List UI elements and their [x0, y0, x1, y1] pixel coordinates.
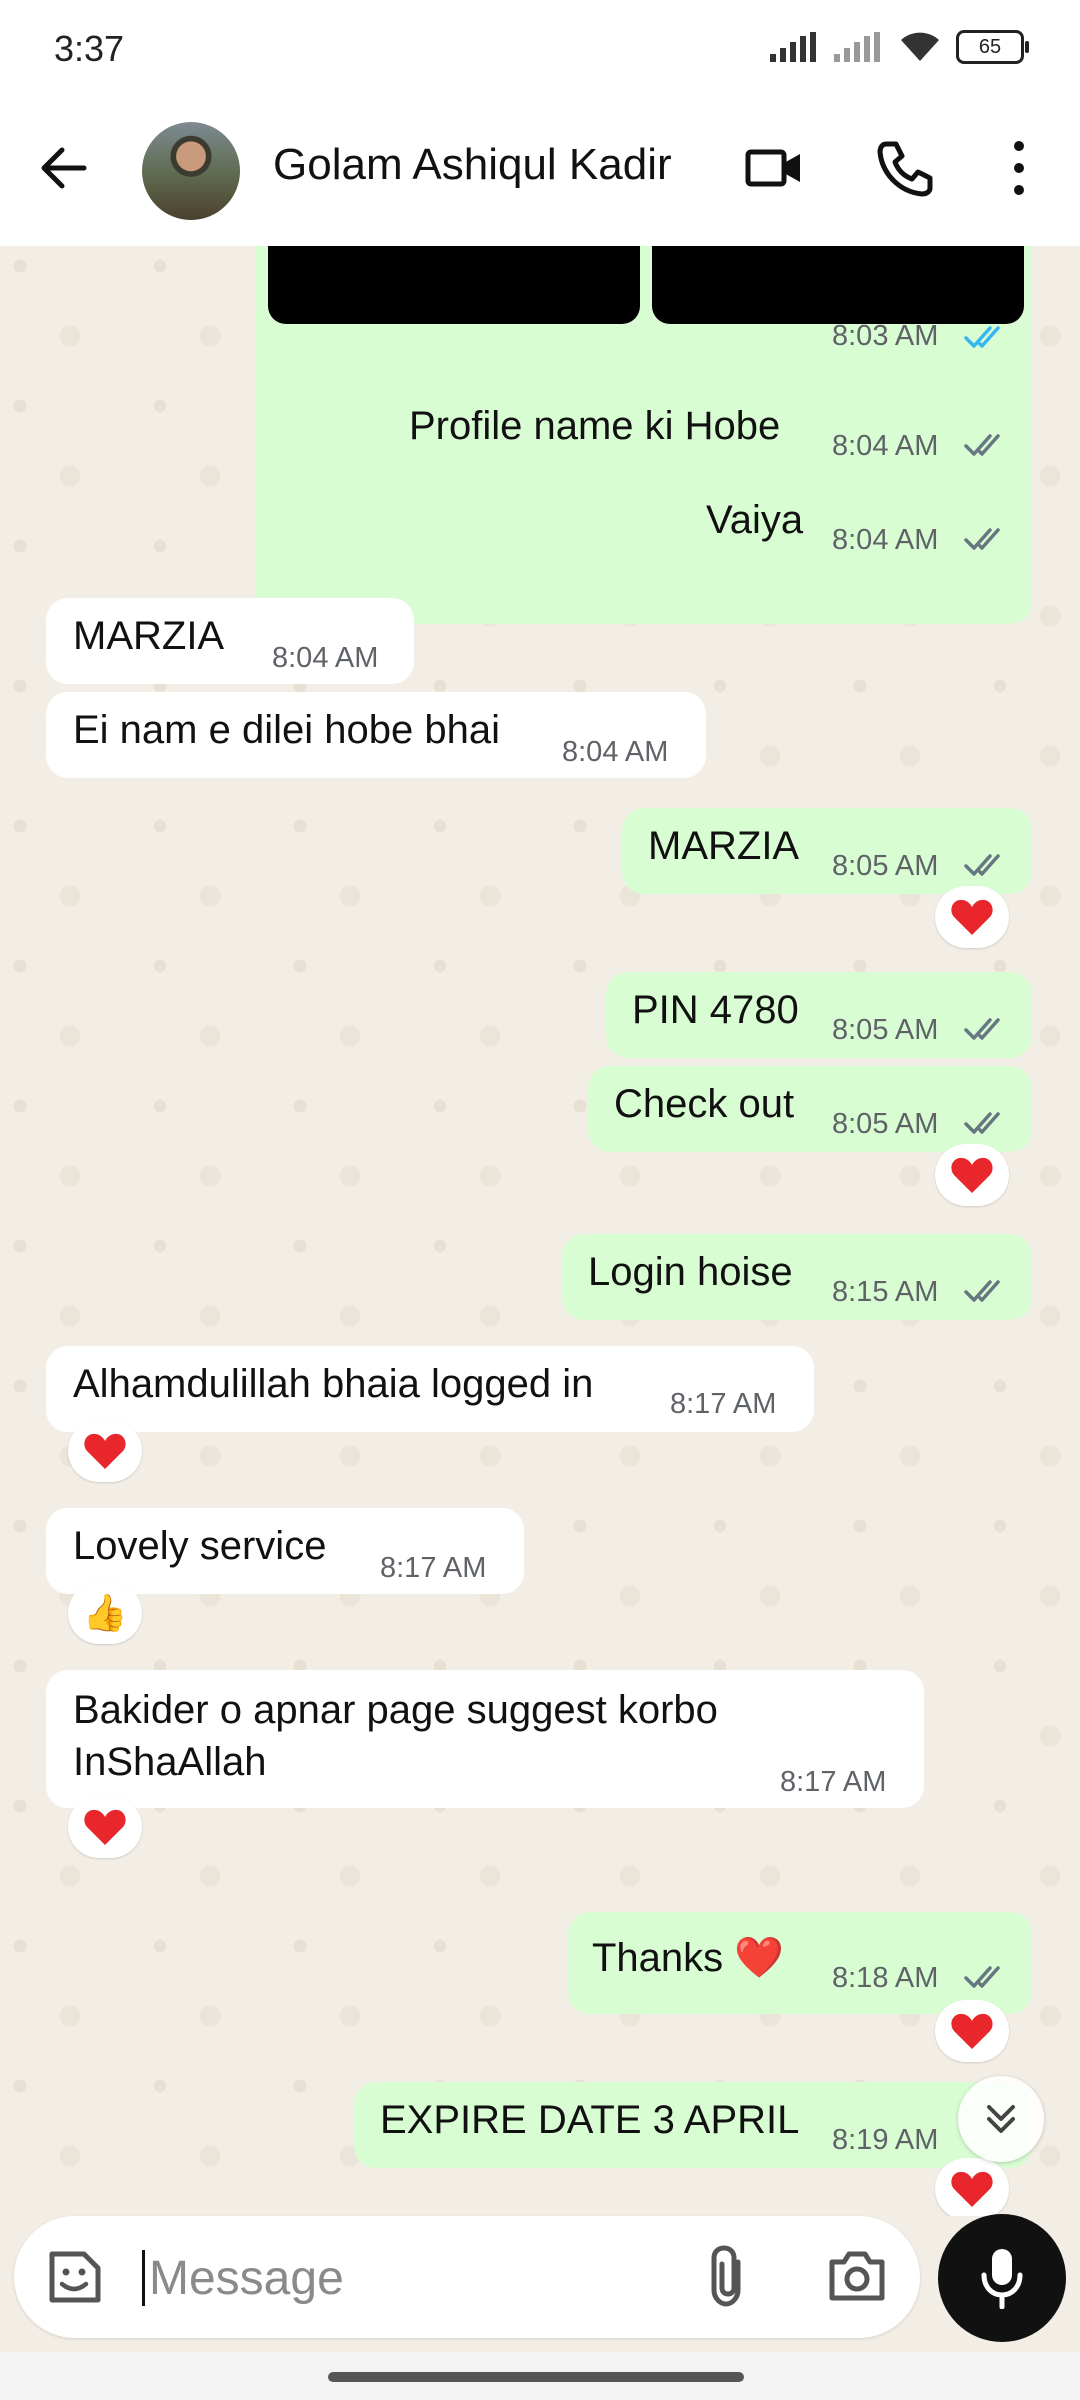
message-text: Profile name ki Hobe [409, 404, 781, 448]
status-bar: 3:37 65 [0, 0, 1080, 100]
message-time: 8:17 AM [780, 1766, 887, 1798]
heart-icon [951, 2171, 993, 2207]
message-time: 8:04 AM [832, 430, 939, 462]
microphone-icon [981, 2249, 1023, 2309]
scroll-to-bottom-button[interactable] [958, 2076, 1044, 2162]
more-vert-icon[interactable] [1006, 138, 1032, 198]
message-composer [14, 2216, 920, 2338]
back-arrow-icon[interactable] [34, 138, 94, 198]
message-text: MARZIA [648, 824, 800, 868]
delivered-check-icon [964, 854, 1000, 876]
message-text: Lovely service [73, 1524, 327, 1568]
message-time: 8:05 AM [832, 1108, 939, 1140]
message-text: PIN 4780 [632, 988, 799, 1032]
message-time: 8:19 AM [832, 2124, 939, 2156]
thumbs-up-icon: 👍 [82, 1592, 128, 1633]
read-check-icon [964, 326, 1000, 348]
reaction-badge[interactable] [935, 886, 1009, 948]
message-text: Check out [614, 1082, 795, 1126]
battery-level: 65 [978, 35, 1002, 58]
heart-icon [951, 899, 993, 935]
video-call-icon[interactable] [744, 138, 804, 198]
delivered-check-icon [964, 434, 1000, 456]
phone-icon[interactable] [876, 138, 934, 198]
message-text: Alhamdulillah bhaia logged in [73, 1362, 594, 1406]
heart-icon [84, 1809, 126, 1845]
message-text: Vaiya [706, 498, 804, 542]
avatar[interactable] [142, 122, 240, 220]
message-time: 8:03 AM [832, 320, 939, 352]
reaction-badge[interactable] [68, 1796, 142, 1858]
signal-weak-icon [834, 32, 880, 62]
image-thumbnail[interactable] [268, 246, 640, 324]
voice-message-button[interactable] [938, 2214, 1066, 2342]
sticker-emoji-icon[interactable] [44, 2246, 106, 2308]
reaction-badge[interactable] [935, 1144, 1009, 1206]
signal-icon [770, 32, 816, 62]
attach-paperclip-icon[interactable] [704, 2244, 752, 2310]
delivered-check-icon [964, 1112, 1000, 1134]
message-text: Ei nam e dilei hobe bhai [73, 708, 500, 752]
message-time: 8:17 AM [670, 1388, 777, 1420]
delivered-check-icon [964, 1018, 1000, 1040]
image-thumbnail[interactable] [652, 246, 1024, 324]
chat-area[interactable]: 8:03 AM .chat > .bubble.out:first-child{… [0, 246, 1080, 2216]
message-text: Login hoise [588, 1250, 793, 1294]
message-time: 8:04 AM [272, 642, 379, 674]
heart-icon [84, 1433, 126, 1469]
reaction-badge[interactable] [935, 2000, 1009, 2062]
message-text-line1: Bakider o apnar page suggest korbo [73, 1688, 718, 1732]
message-text: Thanks ❤️ [592, 1936, 785, 1980]
heart-icon [951, 1157, 993, 1193]
message-time: 8:04 AM [562, 736, 669, 768]
message-text-line2: InShaAllah [73, 1740, 267, 1784]
message-time: 8:17 AM [380, 1552, 487, 1584]
message-time: 8:15 AM [832, 1276, 939, 1308]
status-time: 3:37 [54, 28, 125, 69]
message-time: 8:05 AM [832, 1014, 939, 1046]
heart-icon [951, 2013, 993, 2049]
message-text: MARZIA [73, 614, 225, 658]
status-icons: 65 [770, 30, 1029, 64]
system-nav-bar [0, 2352, 1080, 2400]
delivered-check-icon [964, 1280, 1000, 1302]
message-text: EXPIRE DATE 3 APRIL [380, 2098, 800, 2142]
reaction-badge[interactable] [68, 1420, 142, 1482]
camera-icon[interactable] [826, 2248, 888, 2304]
delivered-check-icon [964, 528, 1000, 550]
reaction-badge[interactable]: 👍 [68, 1582, 142, 1644]
chat-header: Golam Ashiqul Kadir [0, 100, 1080, 246]
message-time: 8:04 AM [832, 524, 939, 556]
reaction-badge[interactable] [935, 2158, 1009, 2216]
message-time: 8:05 AM [832, 850, 939, 882]
contact-name[interactable]: Golam Ashiqul Kadir [273, 140, 672, 190]
battery-icon: 65 [956, 30, 1029, 64]
message-input[interactable] [147, 2238, 671, 2318]
message-time: 8:18 AM [832, 1962, 939, 1994]
text-cursor [142, 2250, 145, 2306]
delivered-check-icon [964, 1966, 1000, 1988]
double-chevron-down-icon [987, 2105, 1015, 2133]
wifi-icon [901, 32, 939, 61]
home-gesture-pill[interactable] [328, 2372, 744, 2382]
